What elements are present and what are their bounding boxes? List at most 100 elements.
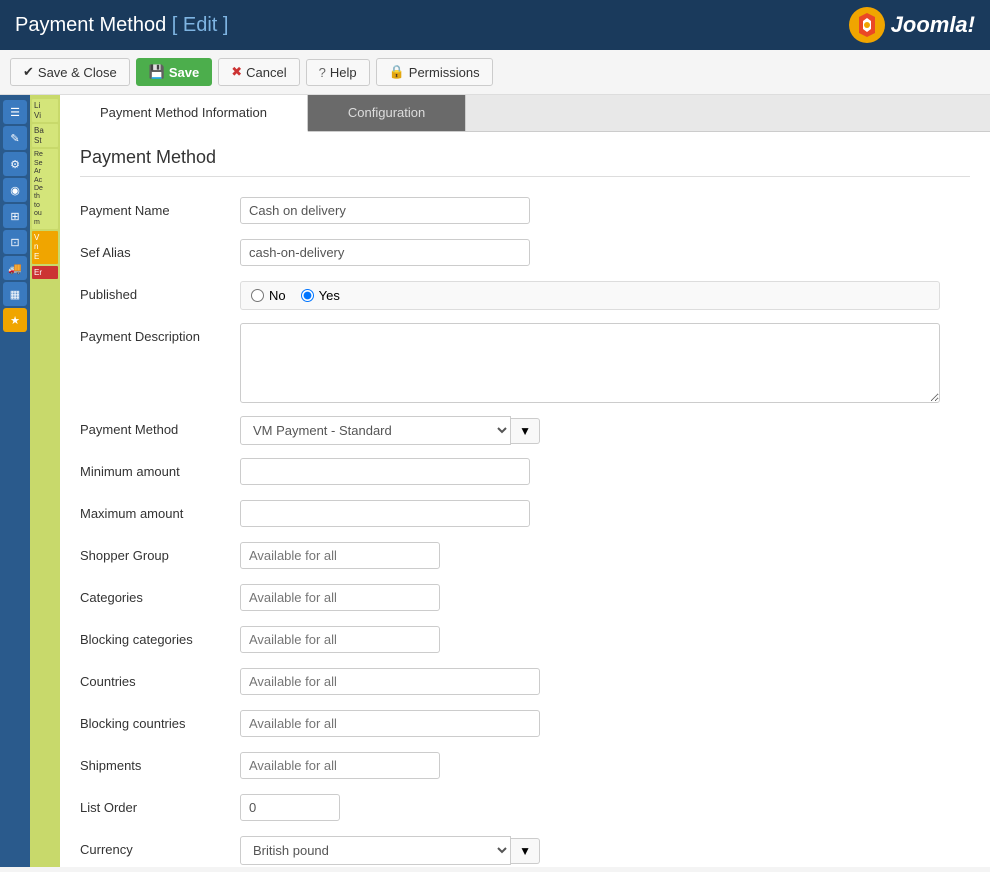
sef-alias-label: Sef Alias — [80, 239, 240, 260]
joomla-logo: Joomla! — [849, 7, 975, 43]
blocking-countries-control — [240, 710, 940, 737]
floppy-icon: 💾 — [149, 64, 165, 80]
help-button[interactable]: ? Help — [306, 59, 370, 86]
cancel-icon: ✖ — [231, 64, 242, 80]
categories-row: Categories — [80, 584, 970, 616]
sidebar-icon-settings[interactable]: ⚙ — [3, 152, 27, 176]
radio-yes[interactable] — [301, 289, 314, 302]
blocking-categories-label: Blocking categories — [80, 626, 240, 647]
minimum-amount-control — [240, 458, 940, 485]
blocking-categories-input[interactable] — [240, 626, 440, 653]
main-layout: ☰ ✎ ⚙ ◉ ⊞ ⊡ 🚚 ▦ ★ LiVi BaSt ReSeArAcDeth… — [0, 95, 990, 867]
cancel-button[interactable]: ✖ Cancel — [218, 58, 299, 86]
sidebar: ☰ ✎ ⚙ ◉ ⊞ ⊡ 🚚 ▦ ★ — [0, 95, 30, 867]
blocking-categories-row: Blocking categories — [80, 626, 970, 658]
countries-input[interactable] — [240, 668, 540, 695]
tab-config-label: Configuration — [348, 105, 425, 120]
maximum-amount-control — [240, 500, 940, 527]
shopper-group-input[interactable] — [240, 542, 440, 569]
checkmark-icon: ✔ — [23, 64, 34, 80]
lock-icon: 🔒 — [389, 64, 405, 80]
permissions-button[interactable]: 🔒 Permissions — [376, 58, 493, 86]
countries-row: Countries — [80, 668, 970, 700]
sidebar-icon-box[interactable]: ⊡ — [3, 230, 27, 254]
payment-description-control — [240, 323, 940, 406]
header: Payment Method [ Edit ] Joomla! — [0, 0, 990, 50]
payment-method-control: VM Payment - Standard ▼ — [240, 416, 940, 445]
save-close-button[interactable]: ✔ Save & Close — [10, 58, 130, 86]
currency-dropdown-btn[interactable]: ▼ — [511, 838, 540, 864]
tooltip-item-4[interactable]: VnE — [32, 231, 58, 264]
sef-alias-control — [240, 239, 940, 266]
payment-method-select[interactable]: VM Payment - Standard — [240, 416, 511, 445]
maximum-amount-input[interactable] — [240, 500, 530, 527]
currency-select[interactable]: British pound — [240, 836, 511, 865]
currency-control: British pound ▼ — [240, 836, 940, 865]
edit-label: [ Edit ] — [172, 14, 229, 36]
radio-yes-label: Yes — [319, 288, 340, 303]
published-radio-group: No Yes — [240, 281, 940, 310]
save-button[interactable]: 💾 Save — [136, 58, 213, 86]
tabs: Payment Method Information Configuration — [60, 95, 990, 132]
payment-name-input[interactable] — [240, 197, 530, 224]
tab-configuration[interactable]: Configuration — [308, 95, 466, 131]
sidebar-icon-grid[interactable]: ⊞ — [3, 204, 27, 228]
joomla-icon — [849, 7, 885, 43]
shipments-input[interactable] — [240, 752, 440, 779]
page-title: Payment Method [ Edit ] — [15, 14, 228, 37]
sidebar-icon-edit[interactable]: ✎ — [3, 126, 27, 150]
permissions-label: Permissions — [409, 65, 480, 80]
minimum-amount-input[interactable] — [240, 458, 530, 485]
title-text: Payment Method — [15, 14, 166, 36]
countries-control — [240, 668, 940, 695]
shipments-label: Shipments — [80, 752, 240, 773]
radio-no-option: No — [251, 288, 286, 303]
blocking-categories-control — [240, 626, 940, 653]
content-area: Payment Method Information Configuration… — [60, 95, 990, 867]
sidebar-icon-menu[interactable]: ☰ — [3, 100, 27, 124]
cancel-label: Cancel — [246, 65, 286, 80]
payment-description-label: Payment Description — [80, 323, 240, 344]
published-control: No Yes — [240, 281, 940, 310]
categories-input[interactable] — [240, 584, 440, 611]
sef-alias-row: Sef Alias — [80, 239, 970, 271]
tooltip-panel: LiVi BaSt ReSeArAcDethtooum VnE Er — [30, 95, 60, 867]
payment-method-label: Payment Method — [80, 416, 240, 437]
minimum-amount-label: Minimum amount — [80, 458, 240, 479]
sidebar-icon-circle[interactable]: ◉ — [3, 178, 27, 202]
currency-label: Currency — [80, 836, 240, 857]
form-area: Payment Method Payment Name Sef Alias Pu… — [60, 132, 990, 867]
tooltip-item-1[interactable]: LiVi — [32, 99, 58, 122]
section-title: Payment Method — [80, 147, 970, 177]
list-order-label: List Order — [80, 794, 240, 815]
radio-no[interactable] — [251, 289, 264, 302]
maximum-amount-row: Maximum amount — [80, 500, 970, 532]
sidebar-icon-star[interactable]: ★ — [3, 308, 27, 332]
payment-method-select-wrapper: VM Payment - Standard ▼ — [240, 416, 540, 445]
tooltip-item-2[interactable]: BaSt — [32, 124, 58, 147]
countries-label: Countries — [80, 668, 240, 689]
payment-name-control — [240, 197, 940, 224]
minimum-amount-row: Minimum amount — [80, 458, 970, 490]
tooltip-item-3[interactable]: ReSeArAcDethtooum — [32, 149, 58, 229]
shopper-group-label: Shopper Group — [80, 542, 240, 563]
blocking-countries-input[interactable] — [240, 710, 540, 737]
list-order-input[interactable] — [240, 794, 340, 821]
sef-alias-input[interactable] — [240, 239, 530, 266]
currency-row: Currency British pound ▼ — [80, 836, 970, 867]
radio-yes-option: Yes — [301, 288, 340, 303]
tab-info-label: Payment Method Information — [100, 105, 267, 120]
categories-control — [240, 584, 940, 611]
payment-method-row: Payment Method VM Payment - Standard ▼ — [80, 416, 970, 448]
sidebar-icon-truck[interactable]: 🚚 — [3, 256, 27, 280]
toolbar: ✔ Save & Close 💾 Save ✖ Cancel ? Help 🔒 … — [0, 50, 990, 95]
shipments-control — [240, 752, 940, 779]
shipments-row: Shipments — [80, 752, 970, 784]
payment-method-dropdown-btn[interactable]: ▼ — [511, 418, 540, 444]
published-row: Published No Yes — [80, 281, 970, 313]
tab-payment-info[interactable]: Payment Method Information — [60, 95, 308, 132]
payment-description-textarea[interactable] — [240, 323, 940, 403]
sidebar-icon-table[interactable]: ▦ — [3, 282, 27, 306]
tooltip-item-5[interactable]: Er — [32, 266, 58, 280]
save-label: Save — [169, 65, 199, 80]
